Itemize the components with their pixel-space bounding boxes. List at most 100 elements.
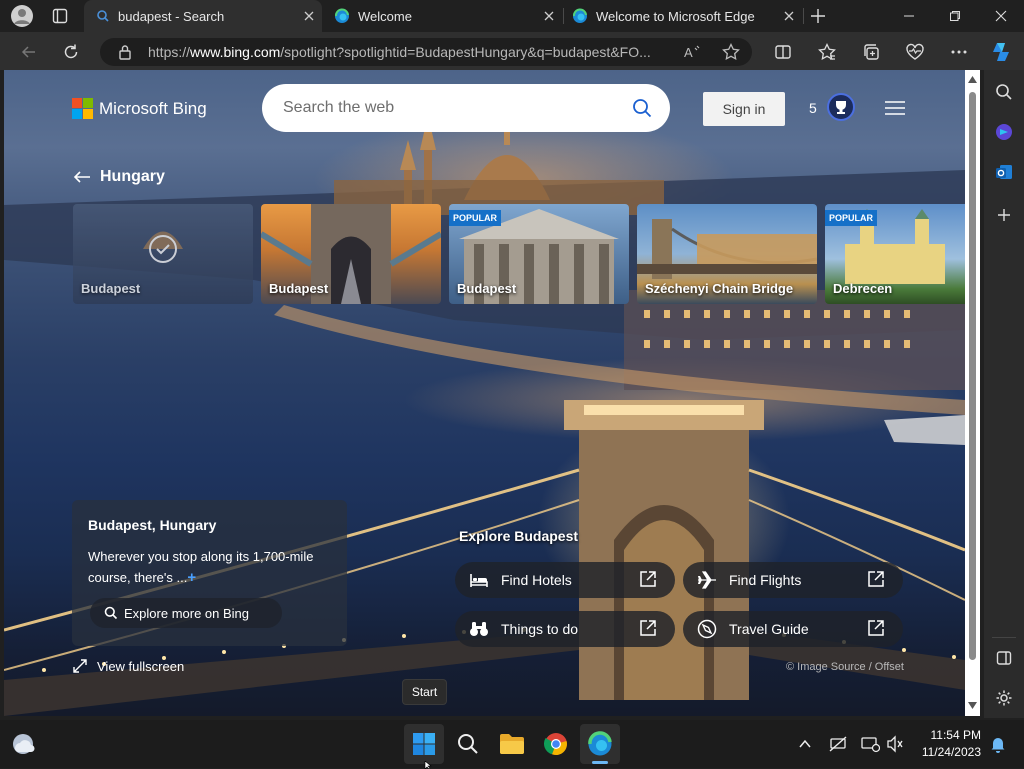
- active-app-indicator: [592, 761, 608, 764]
- explore-heading: Explore Budapest: [459, 528, 579, 544]
- clock-time: 11:54 PM: [930, 728, 981, 742]
- weather-icon[interactable]: [10, 732, 36, 756]
- scroll-up-icon[interactable]: [968, 76, 977, 83]
- outlook-icon[interactable]: [992, 160, 1016, 184]
- url-prefix: https://: [148, 44, 191, 60]
- hide-sidebar-icon[interactable]: [992, 646, 1016, 670]
- close-tab-icon[interactable]: [782, 9, 796, 23]
- find-hotels-label: Find Hotels: [501, 572, 572, 588]
- find-flights-button[interactable]: Find Flights: [683, 562, 903, 598]
- search-icon[interactable]: [992, 80, 1016, 104]
- restore-icon[interactable]: [932, 0, 978, 32]
- popular-badge: POPULAR: [825, 210, 878, 226]
- start-button[interactable]: [404, 724, 444, 764]
- settings-gear-icon[interactable]: [992, 686, 1016, 710]
- back-arrow-icon[interactable]: [14, 38, 44, 66]
- copilot-icon[interactable]: [986, 38, 1016, 66]
- tile-label: Debrecen: [833, 281, 893, 296]
- tile-label: Budapest: [269, 281, 329, 296]
- expand-description-button[interactable]: +: [187, 569, 196, 586]
- search-input[interactable]: Search the web: [283, 99, 394, 117]
- start-tooltip: Start: [402, 679, 447, 705]
- lock-icon[interactable]: [118, 44, 132, 60]
- system-clock[interactable]: 11:54 PM 11/24/2023: [911, 727, 981, 761]
- collections-icon[interactable]: [856, 38, 886, 66]
- more-options-icon[interactable]: [944, 38, 974, 66]
- travel-guide-label: Travel Guide: [729, 621, 809, 637]
- explore-more-label: Explore more on Bing: [124, 605, 250, 621]
- binoculars-icon: [469, 619, 489, 639]
- tile-label: Budapest: [81, 281, 141, 296]
- display-icon[interactable]: [860, 735, 880, 753]
- minimize-icon[interactable]: [886, 0, 932, 32]
- refresh-icon[interactable]: [56, 38, 86, 66]
- tab-title: budapest - Search: [118, 8, 225, 24]
- sign-in-button[interactable]: Sign in: [703, 92, 785, 126]
- volume-muted-icon[interactable]: [886, 735, 904, 753]
- url-domain: www.bing.com: [190, 44, 281, 60]
- browser-essentials-icon[interactable]: [900, 38, 930, 66]
- tile-szechenyi-chain-bridge[interactable]: Széchenyi Chain Bridge: [637, 204, 817, 304]
- open-external-icon: [867, 570, 885, 588]
- find-flights-label: Find Flights: [729, 572, 802, 588]
- clock-date: 11/24/2023: [921, 745, 981, 759]
- bing-spotlight-page: Microsoft Bing Search the web Sign in 5 …: [4, 70, 965, 716]
- rewards-trophy-icon[interactable]: [826, 92, 856, 122]
- bed-icon: [469, 570, 489, 590]
- info-description-text: Wherever you stop along its 1,700-mile c…: [88, 549, 314, 585]
- view-fullscreen-link[interactable]: View fullscreen: [72, 658, 184, 674]
- image-credit: © Image Source / Offset: [786, 661, 904, 673]
- close-tab-icon[interactable]: [542, 9, 556, 23]
- favorites-icon[interactable]: [812, 38, 842, 66]
- profile-avatar-icon[interactable]: [10, 4, 34, 28]
- tile-budapest-popular[interactable]: POPULAR Budapest: [449, 204, 629, 304]
- notifications-bell-icon[interactable]: [990, 736, 1006, 753]
- show-hidden-icons-chevron-icon[interactable]: [798, 737, 812, 751]
- new-tab-icon[interactable]: [810, 8, 826, 24]
- chrome-icon: [544, 733, 567, 756]
- page-scrollbar[interactable]: [965, 70, 980, 716]
- explore-more-button[interactable]: Explore more on Bing: [90, 598, 282, 628]
- tile-budapest-selected[interactable]: Budapest: [73, 204, 253, 304]
- read-aloud-icon[interactable]: A: [684, 44, 702, 60]
- tab-actions-icon[interactable]: [52, 8, 68, 24]
- info-description: Wherever you stop along its 1,700-mile c…: [88, 546, 328, 588]
- tab-welcome-to-edge[interactable]: Welcome to Microsoft Edge: [564, 0, 802, 32]
- url-text: https://www.bing.com/spotlight?spotlight…: [148, 44, 678, 60]
- chrome-button[interactable]: [536, 724, 576, 764]
- tile-debrecen[interactable]: POPULAR Debrecen: [825, 204, 965, 304]
- scrollbar-thumb[interactable]: [969, 92, 976, 660]
- close-window-icon[interactable]: [978, 0, 1024, 32]
- tile-label: Budapest: [457, 281, 517, 296]
- add-sidebar-app-icon[interactable]: [992, 203, 1016, 227]
- hamburger-menu-icon[interactable]: [884, 100, 906, 116]
- file-explorer-button[interactable]: [492, 724, 532, 764]
- checkmark-icon: [148, 234, 178, 264]
- search-icon[interactable]: [632, 98, 652, 118]
- back-arrow-icon: [73, 171, 90, 183]
- rewards-points[interactable]: 5: [809, 100, 817, 116]
- open-external-icon: [639, 570, 657, 588]
- back-to-hungary-link[interactable]: Hungary: [72, 168, 165, 186]
- network-disconnected-icon[interactable]: [828, 735, 848, 753]
- open-external-icon: [867, 619, 885, 637]
- expand-icon: [73, 659, 87, 673]
- favorite-star-icon[interactable]: [722, 43, 740, 61]
- address-bar[interactable]: https://www.bing.com/spotlight?spotlight…: [100, 38, 752, 66]
- edge-taskbar-button[interactable]: [580, 724, 620, 764]
- info-title: Budapest, Hungary: [88, 517, 217, 533]
- find-hotels-button[interactable]: Find Hotels: [455, 562, 675, 598]
- bing-logo[interactable]: Microsoft Bing: [72, 98, 207, 119]
- scroll-down-icon[interactable]: [968, 702, 977, 709]
- url-path: /spotlight?spotlightid=BudapestHungary&q…: [280, 44, 651, 60]
- things-to-do-button[interactable]: Things to do: [455, 611, 675, 647]
- tile-budapest-bridge[interactable]: Budapest: [261, 204, 441, 304]
- taskbar-search-button[interactable]: [448, 724, 488, 764]
- copilot-sidebar-icon[interactable]: [992, 120, 1016, 144]
- split-screen-icon[interactable]: [768, 38, 798, 66]
- close-tab-icon[interactable]: [302, 9, 316, 23]
- tab-budapest-search[interactable]: budapest - Search: [84, 0, 322, 32]
- search-box[interactable]: Search the web: [262, 84, 670, 132]
- travel-guide-button[interactable]: Travel Guide: [683, 611, 903, 647]
- tab-welcome[interactable]: Welcome: [324, 0, 562, 32]
